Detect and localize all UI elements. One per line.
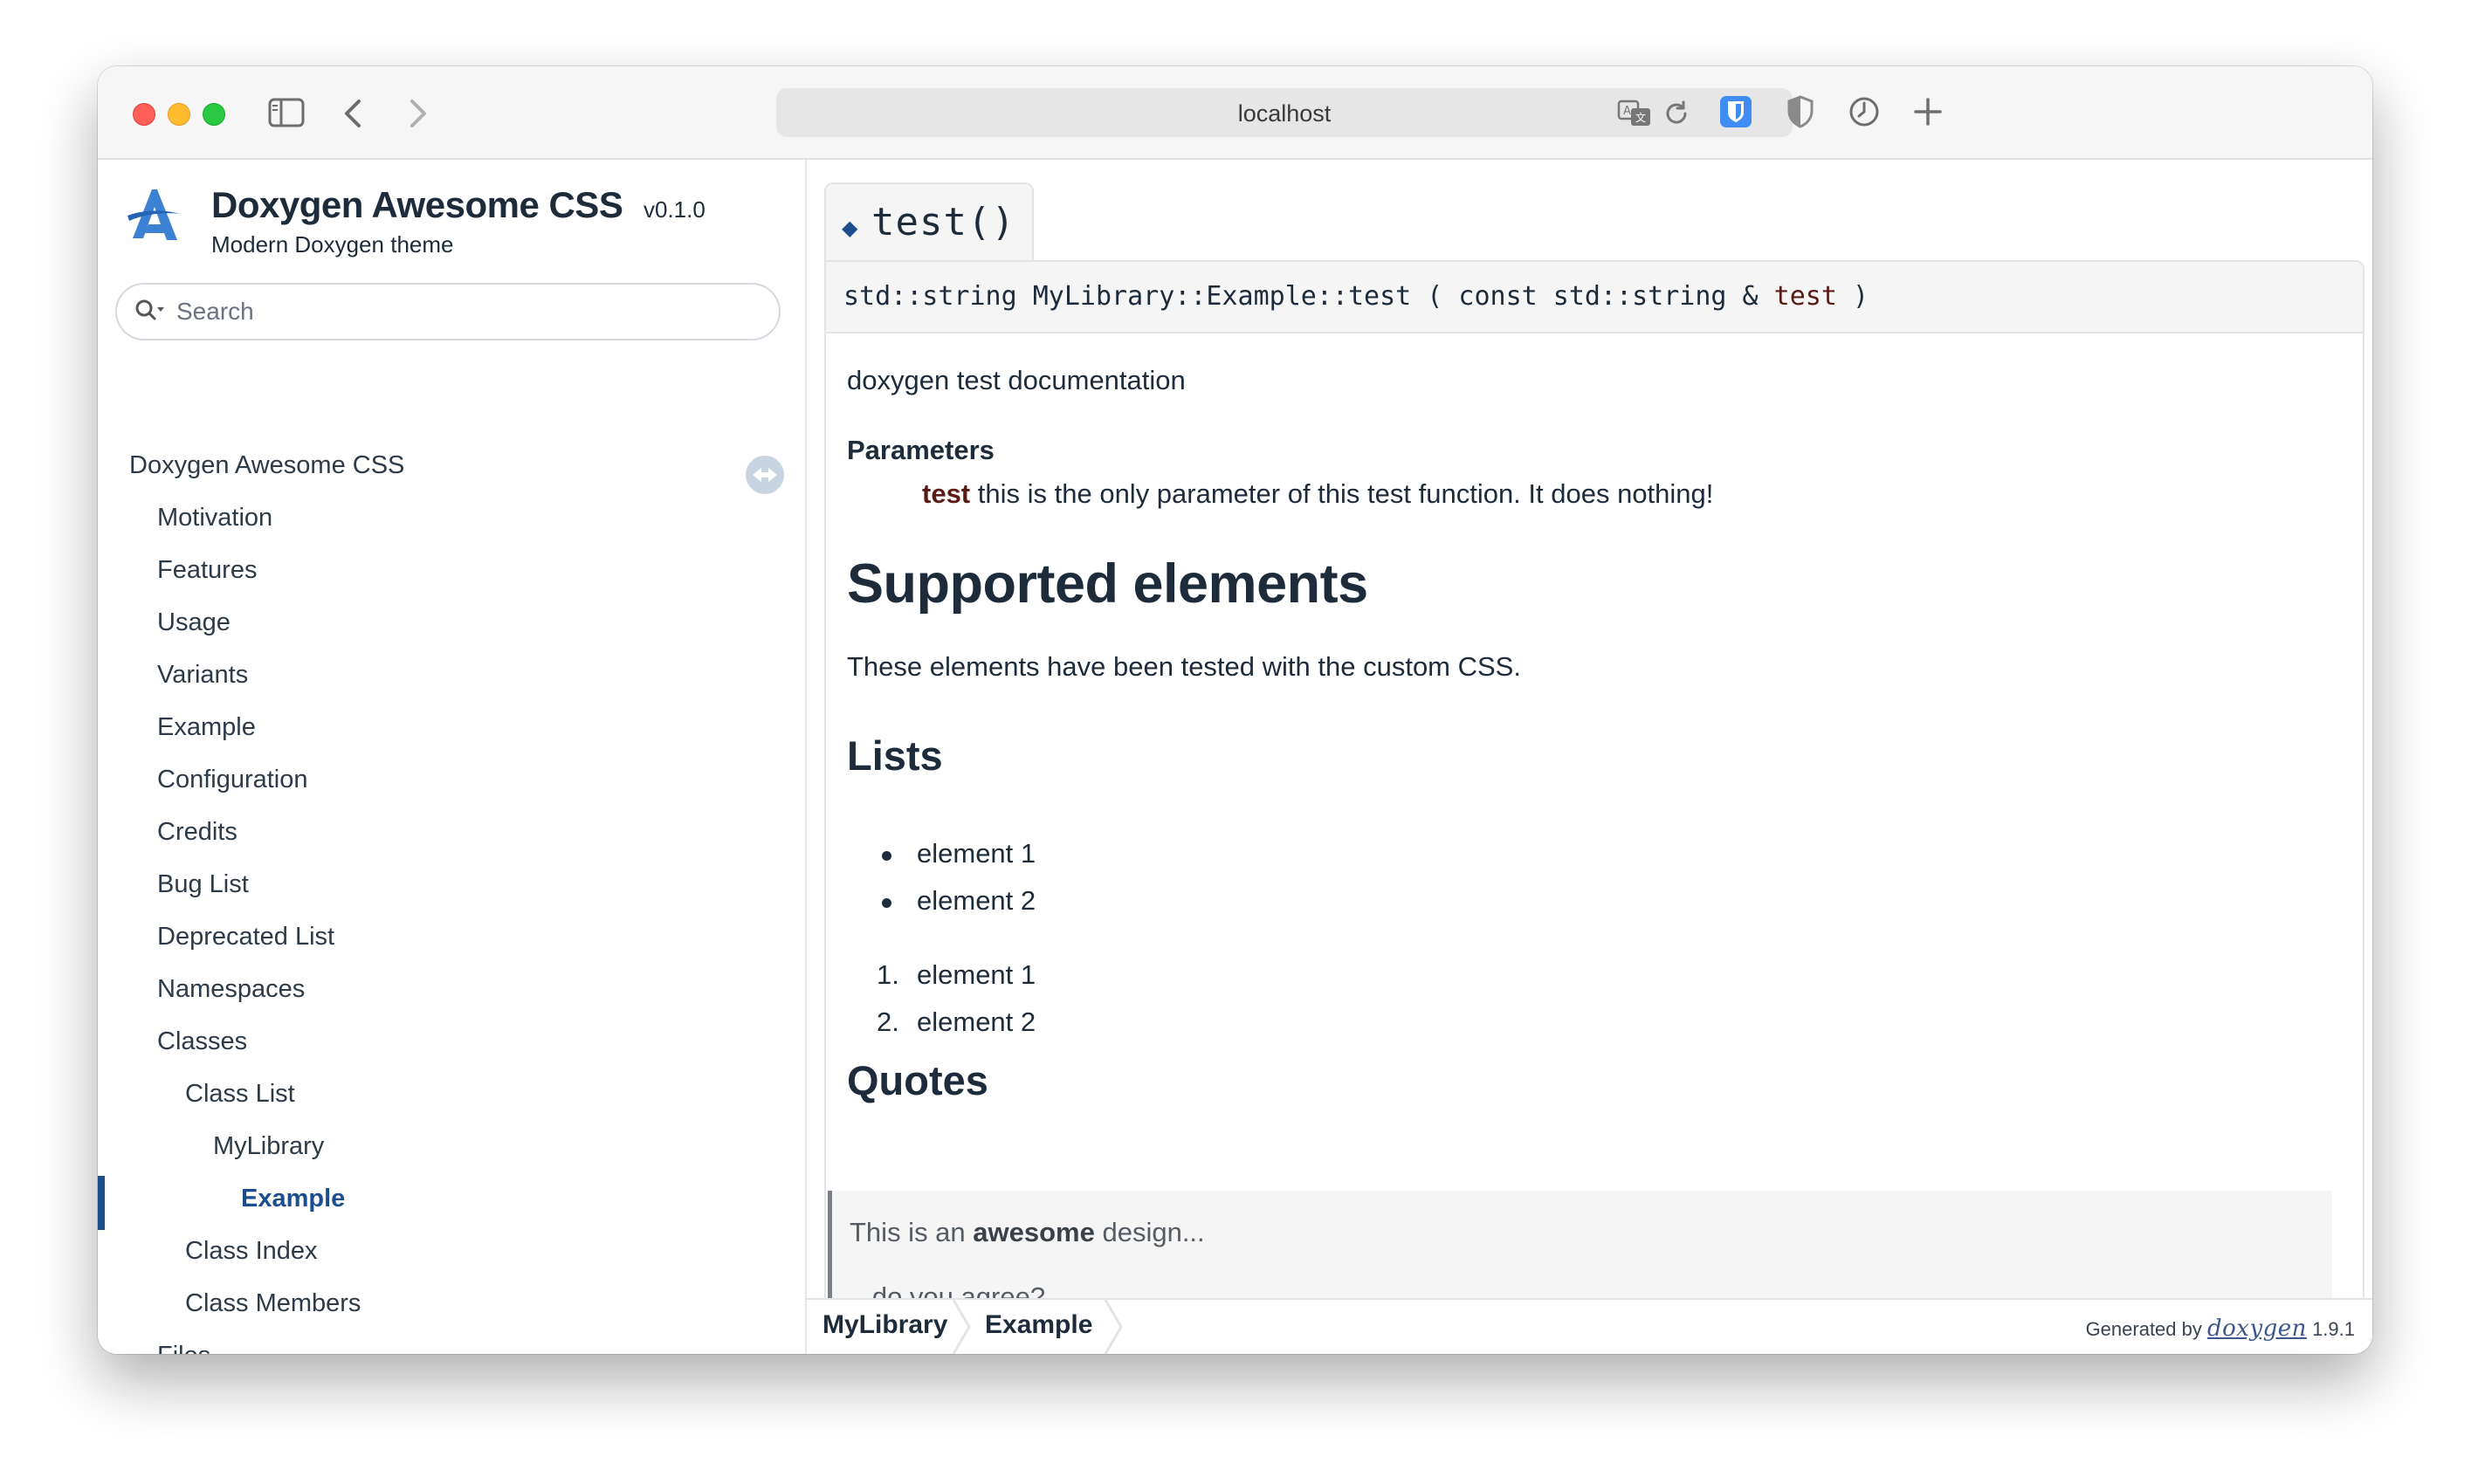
svg-text:文: 文 — [1635, 111, 1646, 124]
sidebar-toggle-icon[interactable] — [268, 98, 305, 127]
close-window-button[interactable] — [133, 103, 155, 126]
breadcrumb-separator-icon — [1104, 1300, 1123, 1354]
ordered-marker-1: 1. — [877, 959, 899, 990]
member-prototype: std::string MyLibrary::Example::test ( c… — [824, 260, 2364, 333]
breadcrumb: MyLibrary Example Generated by doxygen 1… — [807, 1298, 2372, 1354]
zoom-window-button[interactable] — [203, 103, 225, 126]
nav-item-class-members[interactable]: Class Members — [185, 1289, 361, 1318]
nav-item-class-list[interactable]: Class List — [185, 1080, 295, 1109]
param-row: test this is the only parameter of this … — [922, 478, 1713, 510]
generated-by-label: Generated by — [2085, 1318, 2202, 1340]
supported-elements-text: These elements have been tested with the… — [847, 651, 1521, 682]
quote-line-1: This is an awesome design... — [850, 1217, 1205, 1248]
search-icon[interactable] — [133, 297, 166, 325]
signature-prefix: std::string MyLibrary::Example::test ( c… — [843, 281, 1774, 312]
generated-by: Generated by doxygen 1.9.1 — [2086, 1316, 2355, 1342]
signature-param: test — [1773, 281, 1837, 312]
supported-elements-heading: Supported elements — [847, 553, 1368, 615]
member-description: doxygen test documentation — [847, 365, 1186, 395]
bitwarden-extension-icon[interactable] — [1717, 93, 1754, 131]
breadcrumb-mylibrary[interactable]: MyLibrary — [823, 1310, 947, 1340]
reload-icon[interactable] — [1661, 98, 1692, 129]
translate-icon[interactable]: A文 — [1617, 98, 1652, 129]
project-version: v0.1.0 — [644, 196, 706, 223]
nav-item-example[interactable]: Example — [157, 713, 256, 742]
quotes-heading: Quotes — [847, 1057, 988, 1103]
param-name: test — [922, 478, 971, 509]
nav-item-class-index[interactable]: Class Index — [185, 1237, 318, 1266]
unordered-item-1: element 1 — [917, 838, 1036, 869]
nav-item-mylibrary[interactable]: MyLibrary — [213, 1132, 324, 1161]
member-title-tab: ◆ test() — [824, 182, 1034, 263]
nav-item-motivation[interactable]: Motivation — [157, 504, 272, 532]
params-heading: Parameters — [847, 435, 995, 465]
ordered-item-1: element 1 — [917, 959, 1036, 990]
breadcrumb-separator-icon — [952, 1300, 971, 1354]
project-name[interactable]: Doxygen Awesome CSS — [211, 184, 623, 226]
search-box[interactable] — [115, 283, 781, 340]
nav-item-bug-list[interactable]: Bug List — [157, 870, 249, 899]
quote-line-1-post: design... — [1094, 1217, 1205, 1247]
nav-item-files[interactable]: Files — [157, 1342, 210, 1354]
shield-icon[interactable] — [1783, 93, 1818, 131]
main-content: ◆ test() std::string MyLibrary::Example:… — [807, 160, 2372, 1354]
param-description: this is the only parameter of this test … — [977, 478, 1714, 509]
forward-icon[interactable] — [402, 96, 433, 131]
breadcrumb-example[interactable]: Example — [985, 1310, 1092, 1340]
nav-item-variants[interactable]: Variants — [157, 661, 248, 690]
nav-item-classes[interactable]: Classes — [157, 1027, 247, 1056]
active-item-indicator — [98, 1176, 105, 1230]
nav-item-features[interactable]: Features — [157, 556, 257, 585]
lists-heading: Lists — [847, 732, 943, 779]
nav-item-configuration[interactable]: Configuration — [157, 766, 308, 794]
member-signature: std::string MyLibrary::Example::test ( c… — [843, 281, 1869, 312]
nav-item-doxygen-awesome-css[interactable]: Doxygen Awesome CSS — [129, 451, 404, 480]
sync-toggle-icon[interactable] — [744, 454, 786, 496]
search-input[interactable] — [175, 292, 754, 332]
back-icon[interactable] — [338, 96, 369, 131]
nav-item-credits[interactable]: Credits — [157, 818, 237, 847]
browser-toolbar: localhost A文 — [98, 66, 2372, 160]
svg-text:A: A — [1623, 105, 1631, 118]
quote-line-1-pre: This is an — [850, 1217, 974, 1247]
nav-item-namespaces[interactable]: Namespaces — [157, 975, 305, 1004]
nav-item-example-class[interactable]: Example — [241, 1185, 345, 1213]
new-tab-icon[interactable] — [1910, 93, 1946, 131]
nav-item-deprecated-list[interactable]: Deprecated List — [157, 923, 334, 952]
bullet-marker — [882, 851, 891, 861]
signature-suffix: ) — [1836, 281, 1869, 312]
project-logo-icon[interactable] — [126, 186, 183, 244]
minimize-window-button[interactable] — [168, 103, 190, 126]
member-anchor-icon[interactable]: ◆ — [842, 216, 857, 241]
unordered-item-2: element 2 — [917, 885, 1036, 916]
ordered-marker-2: 2. — [877, 1007, 899, 1037]
side-nav: Doxygen Awesome CSS v0.1.0 Modern Doxyge… — [98, 160, 807, 1354]
quote-bold-word: awesome — [973, 1217, 1095, 1247]
history-icon[interactable] — [1846, 93, 1883, 131]
bullet-marker — [882, 898, 891, 908]
nav-item-usage[interactable]: Usage — [157, 608, 231, 637]
doxygen-version: 1.9.1 — [2312, 1318, 2355, 1340]
project-brief: Modern Doxygen theme — [211, 231, 454, 258]
doxygen-logo-link[interactable]: doxygen — [2207, 1316, 2307, 1342]
ordered-item-2: element 2 — [917, 1007, 1036, 1037]
browser-window: localhost A文 Doxygen Awesome CSS v0.1.0 … — [98, 66, 2372, 1354]
member-title: test() — [871, 200, 1015, 244]
